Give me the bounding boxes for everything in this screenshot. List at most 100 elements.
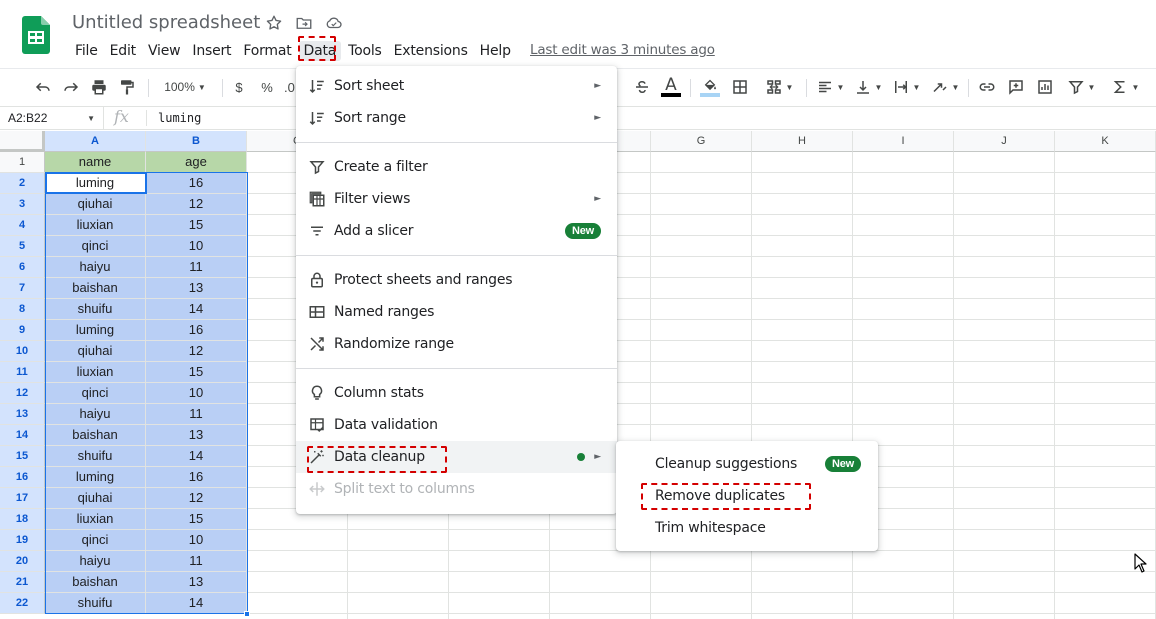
menu-item-column-stats[interactable]: Column stats (296, 377, 617, 409)
table-cell[interactable]: 12 (146, 194, 247, 215)
print-icon[interactable] (88, 75, 110, 99)
table-cell[interactable]: shuifu (45, 446, 146, 467)
column-header-i[interactable]: I (853, 131, 954, 152)
table-cell[interactable]: luming (45, 173, 146, 194)
row-header-20[interactable]: 20 (0, 551, 45, 572)
menu-item-add-a-slicer[interactable]: Add a slicer New (296, 215, 617, 247)
filter-icon[interactable]: ▼ (1063, 75, 1099, 99)
table-cell[interactable]: 12 (146, 488, 247, 509)
table-cell[interactable]: haiyu (45, 551, 146, 572)
format-percent-button[interactable]: % (258, 75, 276, 99)
column-header-j[interactable]: J (954, 131, 1055, 152)
row-header-12[interactable]: 12 (0, 383, 45, 404)
column-header-k[interactable]: K (1055, 131, 1156, 152)
google-sheets-logo[interactable] (22, 16, 50, 54)
table-cell[interactable]: baishan (45, 425, 146, 446)
strikethrough-icon[interactable] (632, 75, 652, 99)
menu-extensions[interactable]: Extensions (389, 41, 473, 61)
menu-item-randomize-range[interactable]: Randomize range (296, 328, 617, 360)
table-cell[interactable]: 15 (146, 509, 247, 530)
table-cell[interactable]: qiuhai (45, 341, 146, 362)
table-cell[interactable]: qinci (45, 383, 146, 404)
cell-header-b1[interactable]: age (146, 152, 247, 173)
menu-edit[interactable]: Edit (105, 41, 141, 61)
format-currency-button[interactable]: $ (230, 75, 248, 99)
menu-item-create-a-filter[interactable]: Create a filter (296, 151, 617, 183)
row-header-15[interactable]: 15 (0, 446, 45, 467)
row-header-11[interactable]: 11 (0, 362, 45, 383)
table-cell[interactable]: 15 (146, 362, 247, 383)
table-cell[interactable]: 14 (146, 593, 247, 614)
table-cell[interactable]: 11 (146, 404, 247, 425)
undo-icon[interactable] (32, 75, 54, 99)
table-cell[interactable]: liuxian (45, 362, 146, 383)
menu-item-sort-range[interactable]: Sort range ► (296, 102, 617, 134)
table-cell[interactable]: 12 (146, 341, 247, 362)
table-cell[interactable]: 10 (146, 530, 247, 551)
menu-item-data-cleanup[interactable]: Data cleanup ► (296, 441, 617, 473)
table-cell[interactable]: 14 (146, 446, 247, 467)
column-header-b[interactable]: B (146, 131, 247, 152)
menu-format[interactable]: Format (238, 41, 296, 61)
menu-item-protect-sheets-and-ranges[interactable]: Protect sheets and ranges (296, 264, 617, 296)
text-color-icon[interactable]: A (660, 75, 682, 99)
table-cell[interactable]: 14 (146, 299, 247, 320)
functions-icon[interactable]: ▼ (1108, 75, 1142, 99)
document-title[interactable]: Untitled spreadsheet (72, 12, 260, 33)
table-cell[interactable]: 13 (146, 425, 247, 446)
text-rotation-icon[interactable]: ▼ (928, 75, 962, 99)
row-header-22[interactable]: 22 (0, 593, 45, 614)
last-edit-link[interactable]: Last edit was 3 minutes ago (530, 42, 715, 58)
menu-item-data-validation[interactable]: Data validation (296, 409, 617, 441)
zoom-select[interactable]: 100% ▼ (156, 75, 214, 99)
table-cell[interactable]: liuxian (45, 215, 146, 236)
menu-item-filter-views[interactable]: Filter views ► (296, 183, 617, 215)
table-cell[interactable]: qinci (45, 236, 146, 257)
decrease-decimal-button[interactable]: .0 (284, 75, 296, 99)
menu-insert[interactable]: Insert (187, 41, 236, 61)
column-header-g[interactable]: G (651, 131, 752, 152)
column-header-h[interactable]: H (752, 131, 853, 152)
row-header-18[interactable]: 18 (0, 509, 45, 530)
move-folder-icon[interactable] (295, 14, 313, 32)
row-header-4[interactable]: 4 (0, 215, 45, 236)
formula-input[interactable]: luming (158, 111, 201, 125)
table-cell[interactable]: haiyu (45, 404, 146, 425)
menu-help[interactable]: Help (475, 41, 516, 61)
table-cell[interactable]: 10 (146, 383, 247, 404)
table-cell[interactable]: 13 (146, 278, 247, 299)
vertical-align-icon[interactable]: ▼ (852, 75, 884, 99)
menu-view[interactable]: View (143, 41, 185, 61)
table-cell[interactable]: 16 (146, 320, 247, 341)
table-cell[interactable]: shuifu (45, 299, 146, 320)
submenu-item-remove-duplicates[interactable]: Remove duplicates (616, 480, 878, 512)
table-cell[interactable]: luming (45, 467, 146, 488)
table-cell[interactable]: shuifu (45, 593, 146, 614)
table-cell[interactable]: luming (45, 320, 146, 341)
insert-link-icon[interactable] (976, 75, 998, 99)
fill-handle[interactable] (244, 611, 250, 617)
table-cell[interactable]: liuxian (45, 509, 146, 530)
merge-cells-icon[interactable]: ▼ (758, 75, 800, 99)
select-all-corner[interactable] (0, 131, 45, 152)
name-box[interactable]: A2:B22 ▼ (0, 107, 104, 129)
row-header-17[interactable]: 17 (0, 488, 45, 509)
table-cell[interactable]: qinci (45, 530, 146, 551)
insert-comment-icon[interactable] (1005, 75, 1027, 99)
row-header-19[interactable]: 19 (0, 530, 45, 551)
row-header-21[interactable]: 21 (0, 572, 45, 593)
row-header-8[interactable]: 8 (0, 299, 45, 320)
table-cell[interactable]: baishan (45, 572, 146, 593)
cell-header-a1[interactable]: name (45, 152, 146, 173)
row-header-14[interactable]: 14 (0, 425, 45, 446)
row-header-5[interactable]: 5 (0, 236, 45, 257)
align-left-icon[interactable]: ▼ (814, 75, 846, 99)
row-header-10[interactable]: 10 (0, 341, 45, 362)
row-header-2[interactable]: 2 (0, 173, 45, 194)
menu-file[interactable]: File (70, 41, 103, 61)
row-header-3[interactable]: 3 (0, 194, 45, 215)
table-cell[interactable]: 10 (146, 236, 247, 257)
table-cell[interactable]: qiuhai (45, 488, 146, 509)
table-cell[interactable]: haiyu (45, 257, 146, 278)
row-header-6[interactable]: 6 (0, 257, 45, 278)
